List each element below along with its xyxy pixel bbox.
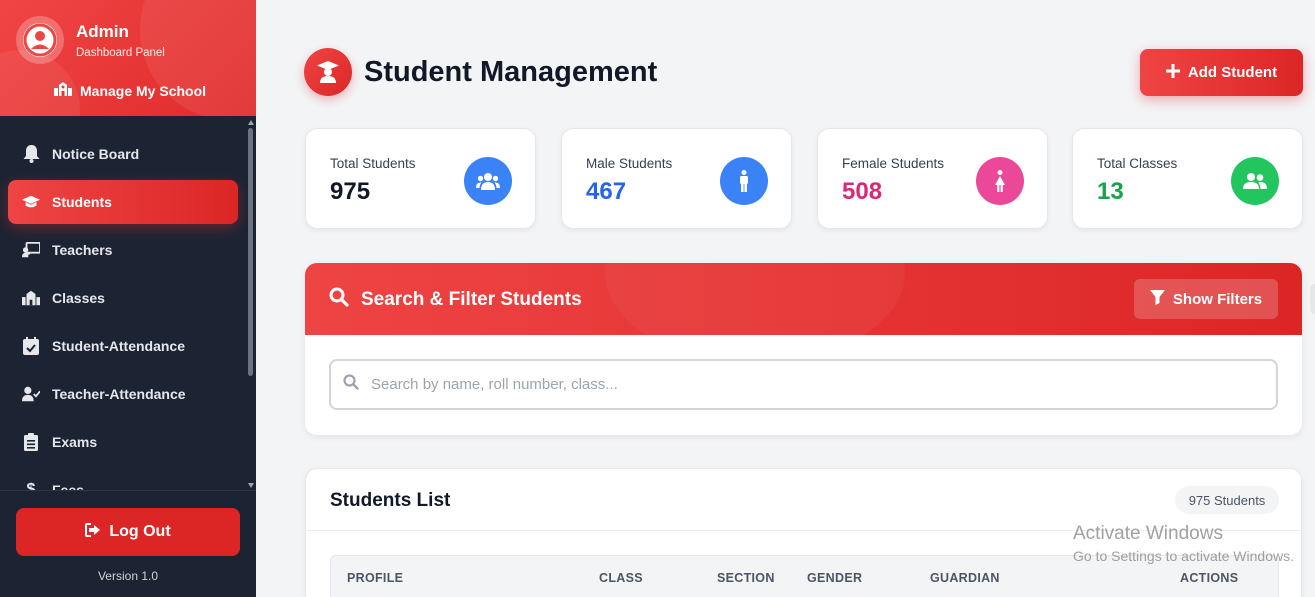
admin-subtitle: Dashboard Panel: [76, 47, 165, 59]
sidebar-scrollbar[interactable]: [246, 116, 256, 490]
show-filters-button[interactable]: Show Filters: [1134, 279, 1278, 319]
stat-label: Female Students: [842, 156, 945, 171]
calendar-check-icon: [22, 337, 40, 355]
add-student-label: Add Student: [1187, 64, 1278, 81]
search-filter-title: Search & Filter Students: [329, 287, 582, 313]
graduation-student-icon: [304, 48, 352, 96]
sidebar-item-label: Fees: [52, 482, 84, 490]
chalkboard-teacher-icon: [22, 241, 40, 259]
users-icon: [464, 157, 512, 205]
school-icon: [22, 289, 40, 307]
stat-label: Total Classes: [1097, 156, 1178, 171]
stat-value: 975: [330, 178, 371, 205]
manage-school-label: Manage My School: [80, 82, 207, 99]
sidebar-item-student-attendance[interactable]: Student-Attendance: [8, 324, 238, 368]
edge-handle[interactable]: [1310, 284, 1315, 314]
stat-card-female-students: Female Students 508: [817, 128, 1048, 229]
school-icon: [54, 82, 72, 99]
admin-name: Admin: [76, 22, 129, 41]
logout-button[interactable]: Log Out: [16, 508, 240, 556]
column-header-gender[interactable]: GENDER: [807, 571, 862, 585]
manage-school-link[interactable]: Manage My School: [54, 82, 206, 99]
scrollbar-thumb[interactable]: [248, 128, 253, 376]
clipboard-list-icon: [22, 433, 40, 451]
avatar: [16, 16, 64, 64]
sidebar-item-label: Notice Board: [52, 146, 140, 162]
search-input[interactable]: [371, 376, 1251, 393]
stat-label: Male Students: [586, 156, 673, 171]
column-header-guardian[interactable]: GUARDIAN: [930, 571, 1000, 585]
sidebar-item-teachers[interactable]: Teachers: [8, 228, 238, 272]
search-icon: [329, 287, 349, 313]
search-filter-header: Search & Filter Students Show Filters: [305, 263, 1302, 335]
column-header-actions: ACTIONS: [1180, 571, 1239, 585]
sidebar-item-label: Teacher-Attendance: [52, 386, 186, 402]
plus-icon: [1165, 63, 1180, 82]
graduation-cap-icon: [22, 193, 40, 211]
logout-label: Log Out: [109, 523, 171, 540]
column-header-section[interactable]: SECTION: [717, 571, 775, 585]
scroll-down-icon[interactable]: [248, 483, 254, 488]
sidebar-header: Admin Dashboard Panel Manage My School: [0, 0, 256, 116]
add-student-button[interactable]: Add Student: [1140, 49, 1303, 96]
stat-card-total-classes: Total Classes 13: [1072, 128, 1303, 229]
sidebar-footer: Log Out Version 1.0: [0, 490, 256, 597]
stat-value: 508: [842, 178, 883, 205]
bell-icon: [22, 145, 40, 163]
sidebar: Admin Dashboard Panel Manage My School N…: [0, 0, 256, 597]
sidebar-item-label: Students: [52, 194, 112, 210]
sidebar-item-fees[interactable]: $ Fees: [8, 468, 238, 490]
filter-icon: [1149, 289, 1165, 309]
dollar-icon: $: [26, 481, 36, 490]
stat-value: 467: [586, 178, 627, 205]
user-circle-icon: [23, 23, 57, 57]
stat-value: 13: [1097, 178, 1124, 205]
sidebar-item-classes[interactable]: Classes: [8, 276, 238, 320]
male-icon: [720, 157, 768, 205]
user-check-icon: [22, 385, 40, 403]
stat-card-total-students: Total Students 975: [305, 128, 536, 229]
sidebar-item-exams[interactable]: Exams: [8, 420, 238, 464]
search-field[interactable]: [329, 359, 1278, 410]
students-list-title: Students List: [330, 490, 451, 511]
column-header-profile[interactable]: PROFILE: [347, 571, 403, 585]
sidebar-item-label: Classes: [52, 290, 105, 306]
activate-windows-title: Activate Windows: [1073, 523, 1223, 544]
version-text: Version 1.0: [97, 569, 159, 583]
decorative-glow: [605, 263, 905, 335]
sidebar-item-label: Student-Attendance: [52, 338, 185, 354]
page-title: Student Management: [364, 56, 658, 88]
search-icon: [343, 374, 359, 395]
search-filter-card: Search & Filter Students Show Filters: [305, 263, 1302, 435]
sidebar-item-label: Exams: [52, 434, 98, 450]
sidebar-nav: Notice Board Students Teachers Classes S…: [0, 128, 248, 490]
stat-card-male-students: Male Students 467: [561, 128, 792, 229]
search-filter-title-text: Search & Filter Students: [361, 289, 582, 310]
sidebar-item-students[interactable]: Students: [8, 180, 238, 224]
user-group-icon: [1231, 157, 1279, 205]
scroll-up-icon[interactable]: [248, 120, 254, 125]
column-header-class[interactable]: CLASS: [599, 571, 643, 585]
sidebar-item-teacher-attendance[interactable]: Teacher-Attendance: [8, 372, 238, 416]
sign-out-icon: [85, 522, 101, 542]
student-count-badge: 975 Students: [1175, 486, 1279, 514]
show-filters-label: Show Filters: [1172, 290, 1263, 308]
sidebar-item-label: Teachers: [52, 242, 113, 258]
activate-windows-subtitle: Go to Settings to activate Windows.: [1073, 548, 1294, 564]
sidebar-item-notice-board[interactable]: Notice Board: [8, 132, 238, 176]
female-icon: [976, 157, 1024, 205]
stat-label: Total Students: [330, 156, 416, 171]
